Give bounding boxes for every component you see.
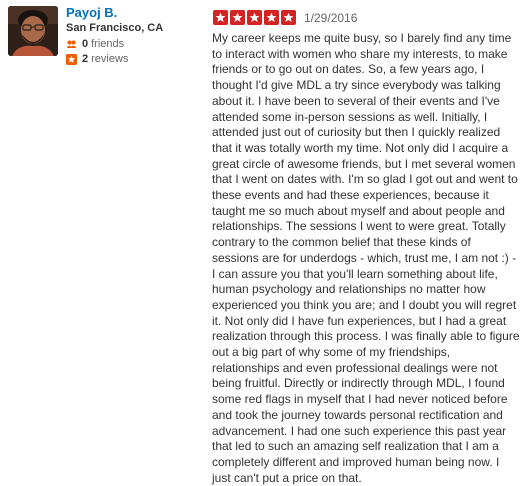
review-text: My career keeps me quite busy, so I bare…	[212, 31, 520, 485]
reviews-count-stat: 2 reviews	[66, 53, 128, 65]
star-icon	[230, 10, 245, 25]
reviews-count: 2	[82, 53, 89, 65]
friends-label: friends	[91, 38, 125, 50]
review-date: 1/29/2016	[304, 11, 358, 25]
star-rating	[213, 10, 298, 25]
star-icon	[247, 10, 262, 25]
friends-count-stat: 0 friends	[66, 38, 124, 50]
friends-count: 0	[82, 38, 89, 50]
review-card: Payoj B. San Francisco, CA 0 friends 2 r…	[0, 0, 525, 485]
star-icon	[264, 10, 279, 25]
friends-icon	[66, 40, 77, 48]
user-location: San Francisco, CA	[66, 22, 164, 34]
reviews-label: reviews	[91, 53, 129, 65]
user-name-link[interactable]: Payoj B.	[66, 5, 117, 20]
avatar-photo-icon	[8, 6, 58, 56]
star-icon	[281, 10, 296, 25]
user-avatar[interactable]	[8, 6, 58, 56]
star-icon	[213, 10, 228, 25]
star-badge-icon	[66, 53, 77, 65]
